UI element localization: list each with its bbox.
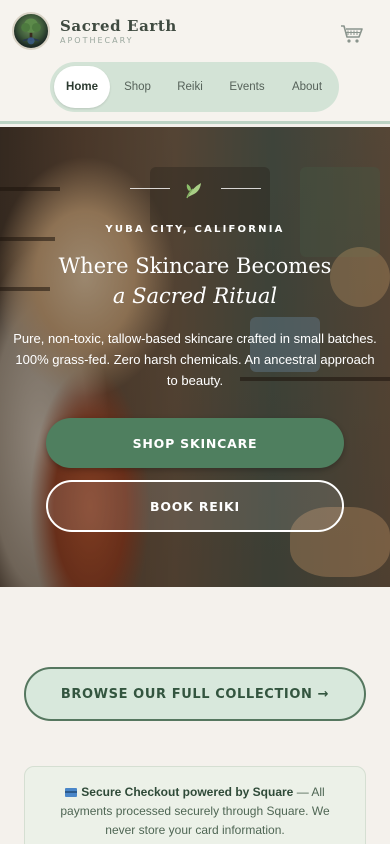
location-eyebrow: YUBA CITY, CALIFORNIA (105, 224, 285, 235)
nav-home[interactable]: Home (54, 66, 110, 108)
divider-line-left (130, 188, 170, 189)
main-nav: Home Shop Reiki Events About (50, 62, 339, 112)
hero-subtitle: Pure, non-toxic, tallow-based skincare c… (13, 331, 377, 388)
hero-photo-detail (0, 237, 55, 241)
credit-card-icon (65, 788, 78, 797)
hero-photo-detail (0, 187, 60, 191)
leaf-icon (183, 179, 205, 201)
site-header: Sacred Earth APOTHECARY Home Shop Reiki … (0, 0, 390, 124)
nav-events[interactable]: Events (215, 66, 279, 108)
book-reiki-button[interactable]: BOOK REIKI (46, 480, 344, 532)
hero-photo-detail (150, 167, 270, 227)
brand-tagline: APOTHECARY (60, 36, 134, 45)
browse-collection-button[interactable]: BROWSE OUR FULL COLLECTION → (24, 667, 366, 721)
nav-shop[interactable]: Shop (110, 66, 165, 108)
brand-name[interactable]: Sacred Earth (60, 17, 177, 35)
hero-title-line1: Where Skincare Becomes (58, 254, 332, 278)
shop-skincare-button[interactable]: SHOP SKINCARE (46, 418, 344, 468)
divider-line-right (221, 188, 261, 189)
hero-photo-detail (300, 167, 380, 257)
tree-logo-icon[interactable] (12, 12, 50, 50)
tree-logo-graphic (21, 18, 41, 45)
nav-about[interactable]: About (279, 66, 335, 108)
nav-reiki[interactable]: Reiki (165, 66, 215, 108)
secure-checkout-heading: Secure Checkout powered by Square (81, 785, 294, 799)
cart-icon[interactable] (340, 24, 364, 44)
secure-checkout-notice: Secure Checkout powered by Square — All … (24, 766, 366, 844)
hero-title-line2: a Sacred Ritual (112, 284, 278, 308)
